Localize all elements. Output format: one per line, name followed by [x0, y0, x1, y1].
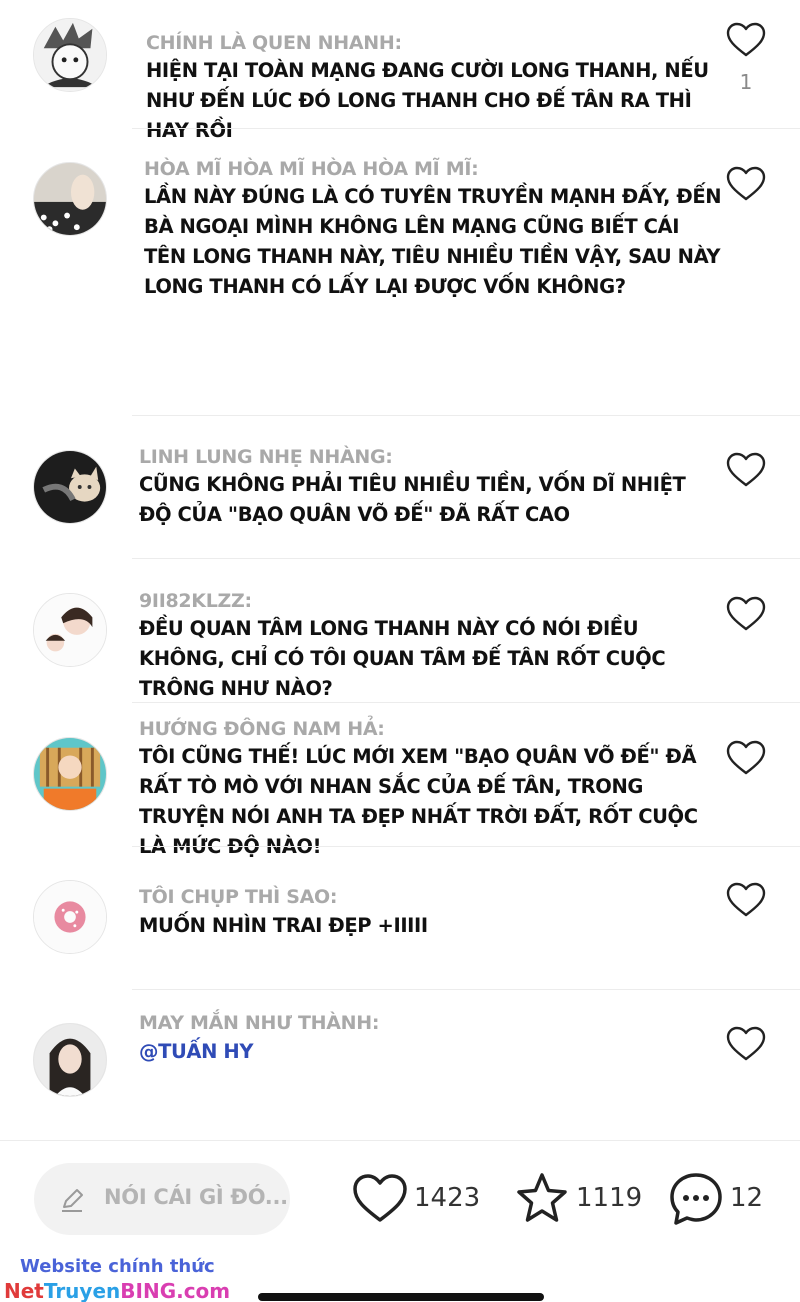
commenter-name[interactable]: TÔI CHỤP THÌ SAO: — [139, 886, 338, 908]
watermark-line1: Website chính thức — [20, 1256, 215, 1277]
like-stat-button[interactable]: 1423 — [352, 1171, 492, 1227]
heart-icon — [726, 882, 766, 917]
divider — [132, 128, 800, 129]
commenter-name[interactable]: MAY MẮN NHƯ THÀNH: — [139, 1012, 379, 1034]
comment-text: LẦN NÀY ĐÚNG LÀ CÓ TUYÊN TRUYỀN MẠNH ĐẤY… — [144, 185, 722, 298]
heart-icon — [726, 22, 766, 57]
comment-text: ĐỀU QUAN TÂM LONG THANH NÀY CÓ NÓI ĐIỀU … — [139, 617, 666, 700]
avatar[interactable] — [33, 880, 107, 954]
chat-bubble-icon — [670, 1173, 722, 1225]
divider — [132, 702, 800, 703]
comment-input-placeholder: NÓI CÁI GÌ ĐÓ... — [104, 1185, 288, 1209]
heart-icon — [726, 1026, 766, 1061]
comment-text: HIỆN TẠI TOÀN MẠNG ĐANG CƯỜI LONG THANH,… — [146, 59, 709, 142]
heart-icon — [726, 452, 766, 487]
favorite-stat-button[interactable]: 1119 — [514, 1171, 654, 1227]
heart-icon — [726, 166, 766, 201]
mention-link[interactable]: @TUẤN HY — [139, 1037, 439, 1067]
like-button[interactable] — [726, 882, 766, 918]
avatar[interactable] — [33, 593, 107, 667]
commenter-name[interactable]: LINH LUNG NHẸ NHÀNG: — [139, 446, 393, 468]
commenter-name[interactable]: 9II82KLZZ: — [139, 590, 252, 612]
site-watermark: Website chính thức NetTruyenBING.com — [4, 1255, 230, 1302]
avatar[interactable] — [33, 1023, 107, 1097]
like-button[interactable] — [726, 22, 766, 58]
like-button[interactable] — [726, 596, 766, 632]
avatar[interactable] — [33, 450, 107, 524]
bottom-action-bar: NÓI CÁI GÌ ĐÓ... 1423 1119 12 Website ch… — [0, 1140, 800, 1302]
heart-icon — [726, 596, 766, 631]
avatar[interactable] — [33, 162, 107, 236]
avatar[interactable] — [33, 737, 107, 811]
divider — [132, 558, 800, 559]
like-button[interactable] — [726, 740, 766, 776]
comment-text: MUỐN NHÌN TRAI ĐẸP +IIIII — [139, 914, 428, 937]
like-count: 1 — [739, 70, 753, 94]
favorite-count: 1119 — [576, 1183, 643, 1213]
like-button[interactable] — [726, 1026, 766, 1062]
comment-count: 12 — [730, 1183, 764, 1213]
home-indicator[interactable] — [258, 1293, 544, 1301]
divider — [132, 989, 800, 990]
comment-text: CŨNG KHÔNG PHẢI TIÊU NHIỀU TIỀN, VỐN DĨ … — [139, 473, 686, 526]
divider — [132, 846, 800, 847]
like-count: 1423 — [414, 1183, 481, 1213]
pencil-icon — [62, 1189, 83, 1212]
commenter-name[interactable]: HÒA MĨ HÒA MĨ HÒA HÒA MĨ MĨ: — [144, 158, 479, 180]
heart-icon — [353, 1174, 407, 1222]
star-icon — [517, 1173, 567, 1222]
like-button[interactable] — [726, 166, 766, 202]
divider — [132, 415, 800, 416]
comment-input[interactable]: NÓI CÁI GÌ ĐÓ... — [34, 1163, 290, 1235]
like-button[interactable] — [726, 452, 766, 488]
heart-icon — [726, 740, 766, 775]
avatar[interactable] — [33, 18, 107, 92]
watermark-line2: NetTruyenBING.com — [4, 1279, 231, 1302]
commenter-name[interactable]: CHÍNH LÀ QUEN NHANH: — [146, 32, 402, 54]
comment-text: TÔI CŨNG THẾ! LÚC MỚI XEM "BẠO QUÂN VÕ Đ… — [139, 745, 698, 858]
comment-stat-button[interactable]: 12 — [668, 1171, 778, 1227]
commenter-name[interactable]: HƯỚNG ĐÔNG NAM HẢ: — [139, 718, 385, 740]
